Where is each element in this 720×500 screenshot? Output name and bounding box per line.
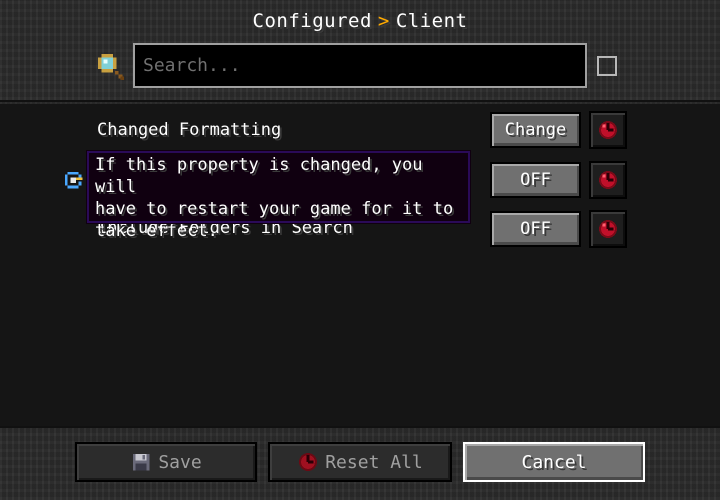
reset-button-row-2[interactable] [589,161,627,199]
breadcrumb-current: Client [395,10,468,32]
toggle-button-row-2[interactable]: OFF [490,162,581,198]
row-label-changed-formatting: Changed Formatting [97,120,282,140]
cancel-button[interactable]: Cancel [463,442,645,482]
reset-icon [599,220,617,238]
reset-icon [599,121,617,139]
reset-button-row-1[interactable] [589,111,627,149]
reset-all-label: Reset All [325,451,423,473]
save-button[interactable]: Save [75,442,257,482]
restart-icon[interactable] [62,169,84,191]
floppy-disk-icon [133,453,150,471]
breadcrumb: Configured > Client [0,10,720,32]
save-label: Save [158,451,202,473]
breadcrumb-parent[interactable]: Configured [253,10,372,32]
filter-checkbox[interactable] [597,56,617,76]
restart-tooltip: If this property is changed, you will ha… [86,150,471,241]
header: Configured > Client [0,0,720,102]
magnifier-icon [97,53,125,81]
search-box[interactable] [133,43,587,88]
reset-all-button[interactable]: Reset All [268,442,452,482]
search-input[interactable] [135,45,585,86]
reset-button-row-3[interactable] [589,210,627,248]
cancel-label: Cancel [521,451,587,473]
reset-icon [299,453,318,471]
include-folders-toggle-button[interactable]: OFF [490,211,581,247]
reset-icon [599,171,617,189]
change-button[interactable]: Change [490,112,581,148]
breadcrumb-separator: > [377,10,390,32]
